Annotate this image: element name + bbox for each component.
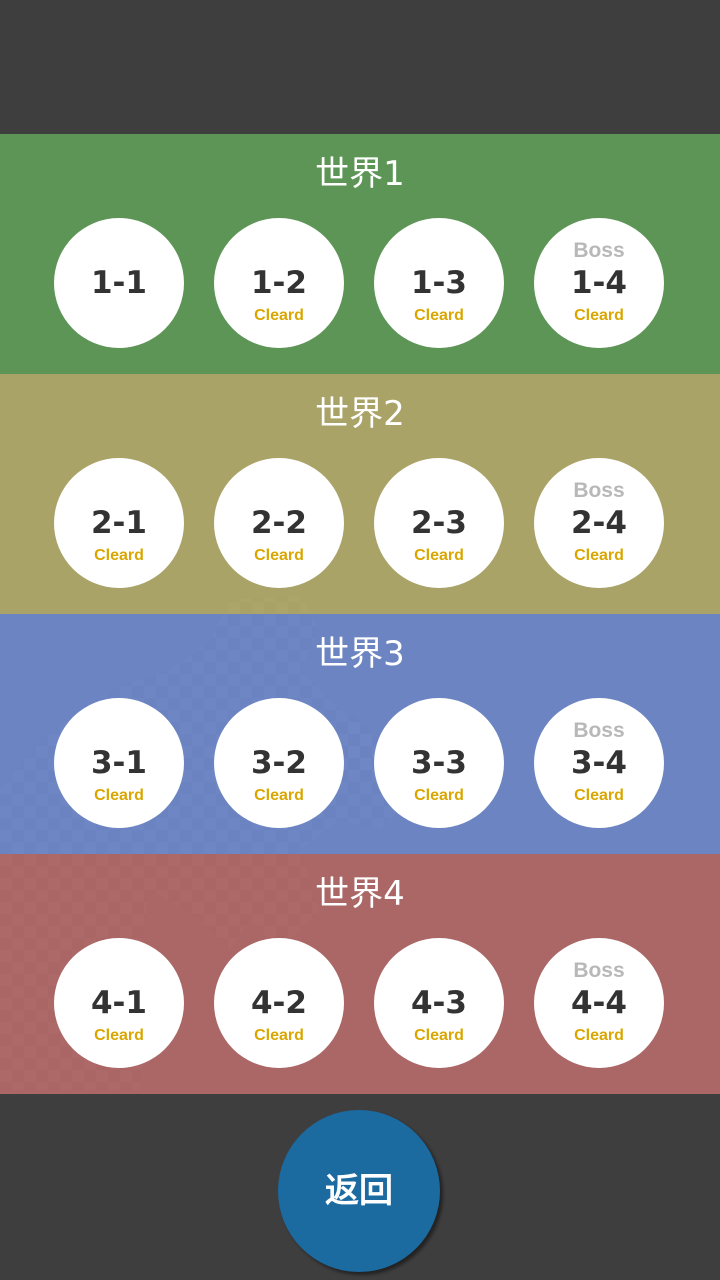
boss-label: Boss <box>573 719 625 742</box>
cleared-label: Cleard <box>574 307 624 324</box>
stage-row: 4-1 Cleard 4-2 Cleard 4-3 Cleard Boss 4-… <box>0 938 720 1068</box>
stage-button-2-3[interactable]: 2-3 Cleard <box>374 458 504 588</box>
cleared-label: Cleard <box>414 787 464 804</box>
cleared-label: Cleard <box>254 307 304 324</box>
stage-button-2-2[interactable]: 2-2 Cleard <box>214 458 344 588</box>
world-1-section: 世界1 1-1 1-2 Cleard 1-3 Cleard Boss 1-4 C… <box>0 134 720 374</box>
stage-number: 3-1 <box>90 745 147 781</box>
boss-label: Boss <box>573 479 625 502</box>
boss-label: Boss <box>573 239 625 262</box>
cleared-label: Cleard <box>254 787 304 804</box>
stage-number: 4-2 <box>250 985 307 1021</box>
boss-label: Boss <box>573 959 625 982</box>
cleared-label: Cleard <box>574 1027 624 1044</box>
cleared-label: Cleard <box>94 787 144 804</box>
stage-row: 2-1 Cleard 2-2 Cleard 2-3 Cleard Boss 2-… <box>0 458 720 588</box>
stage-select-screen: 世界1 1-1 1-2 Cleard 1-3 Cleard Boss 1-4 C… <box>0 0 720 1280</box>
cleared-label: Cleard <box>94 547 144 564</box>
stage-number: 4-4 <box>570 985 627 1021</box>
stage-number: 4-1 <box>90 985 147 1021</box>
stage-number: 2-2 <box>250 505 307 541</box>
stage-button-3-4[interactable]: Boss 3-4 Cleard <box>534 698 664 828</box>
cleared-label: Cleard <box>254 1027 304 1044</box>
stage-number: 1-2 <box>250 265 307 301</box>
stage-number: 2-4 <box>570 505 627 541</box>
world-2-section: 世界2 2-1 Cleard 2-2 Cleard 2-3 Cleard Bos… <box>0 374 720 614</box>
cleared-label: Cleard <box>254 547 304 564</box>
stage-button-2-1[interactable]: 2-1 Cleard <box>54 458 184 588</box>
world-title: 世界1 <box>315 154 405 194</box>
stage-button-4-4[interactable]: Boss 4-4 Cleard <box>534 938 664 1068</box>
stage-button-1-1[interactable]: 1-1 <box>54 218 184 348</box>
stage-button-2-4[interactable]: Boss 2-4 Cleard <box>534 458 664 588</box>
world-3-section: 世界3 3-1 Cleard 3-2 Cleard 3-3 Cleard Bos… <box>0 614 720 854</box>
world-title: 世界2 <box>315 394 405 434</box>
stage-button-4-1[interactable]: 4-1 Cleard <box>54 938 184 1068</box>
cleared-label: Cleard <box>414 547 464 564</box>
cleared-label: Cleard <box>574 547 624 564</box>
stage-button-1-3[interactable]: 1-3 Cleard <box>374 218 504 348</box>
stage-button-3-2[interactable]: 3-2 Cleard <box>214 698 344 828</box>
stage-number: 3-4 <box>570 745 627 781</box>
stage-number: 2-3 <box>410 505 467 541</box>
cleared-label: Cleard <box>94 1027 144 1044</box>
stage-button-1-2[interactable]: 1-2 Cleard <box>214 218 344 348</box>
stage-row: 3-1 Cleard 3-2 Cleard 3-3 Cleard Boss 3-… <box>0 698 720 828</box>
cleared-label: Cleard <box>414 307 464 324</box>
stage-button-4-3[interactable]: 4-3 Cleard <box>374 938 504 1068</box>
stage-number: 3-3 <box>410 745 467 781</box>
stage-number: 2-1 <box>90 505 147 541</box>
stage-button-4-2[interactable]: 4-2 Cleard <box>214 938 344 1068</box>
stage-number: 1-3 <box>410 265 467 301</box>
back-button[interactable]: 返回 <box>278 1110 440 1272</box>
world-4-section: 世界4 4-1 Cleard 4-2 Cleard 4-3 Cleard Bos… <box>0 854 720 1094</box>
stage-number: 1-1 <box>90 265 147 301</box>
stage-button-3-3[interactable]: 3-3 Cleard <box>374 698 504 828</box>
stage-number: 3-2 <box>250 745 307 781</box>
cleared-label: Cleard <box>414 1027 464 1044</box>
stage-number: 4-3 <box>410 985 467 1021</box>
stage-button-3-1[interactable]: 3-1 Cleard <box>54 698 184 828</box>
stage-row: 1-1 1-2 Cleard 1-3 Cleard Boss 1-4 Clear… <box>0 218 720 348</box>
stage-number: 1-4 <box>570 265 627 301</box>
cleared-label: Cleard <box>574 787 624 804</box>
stage-button-1-4[interactable]: Boss 1-4 Cleard <box>534 218 664 348</box>
world-title: 世界4 <box>315 874 405 914</box>
back-button-label: 返回 <box>325 1171 393 1211</box>
world-title: 世界3 <box>315 634 405 674</box>
